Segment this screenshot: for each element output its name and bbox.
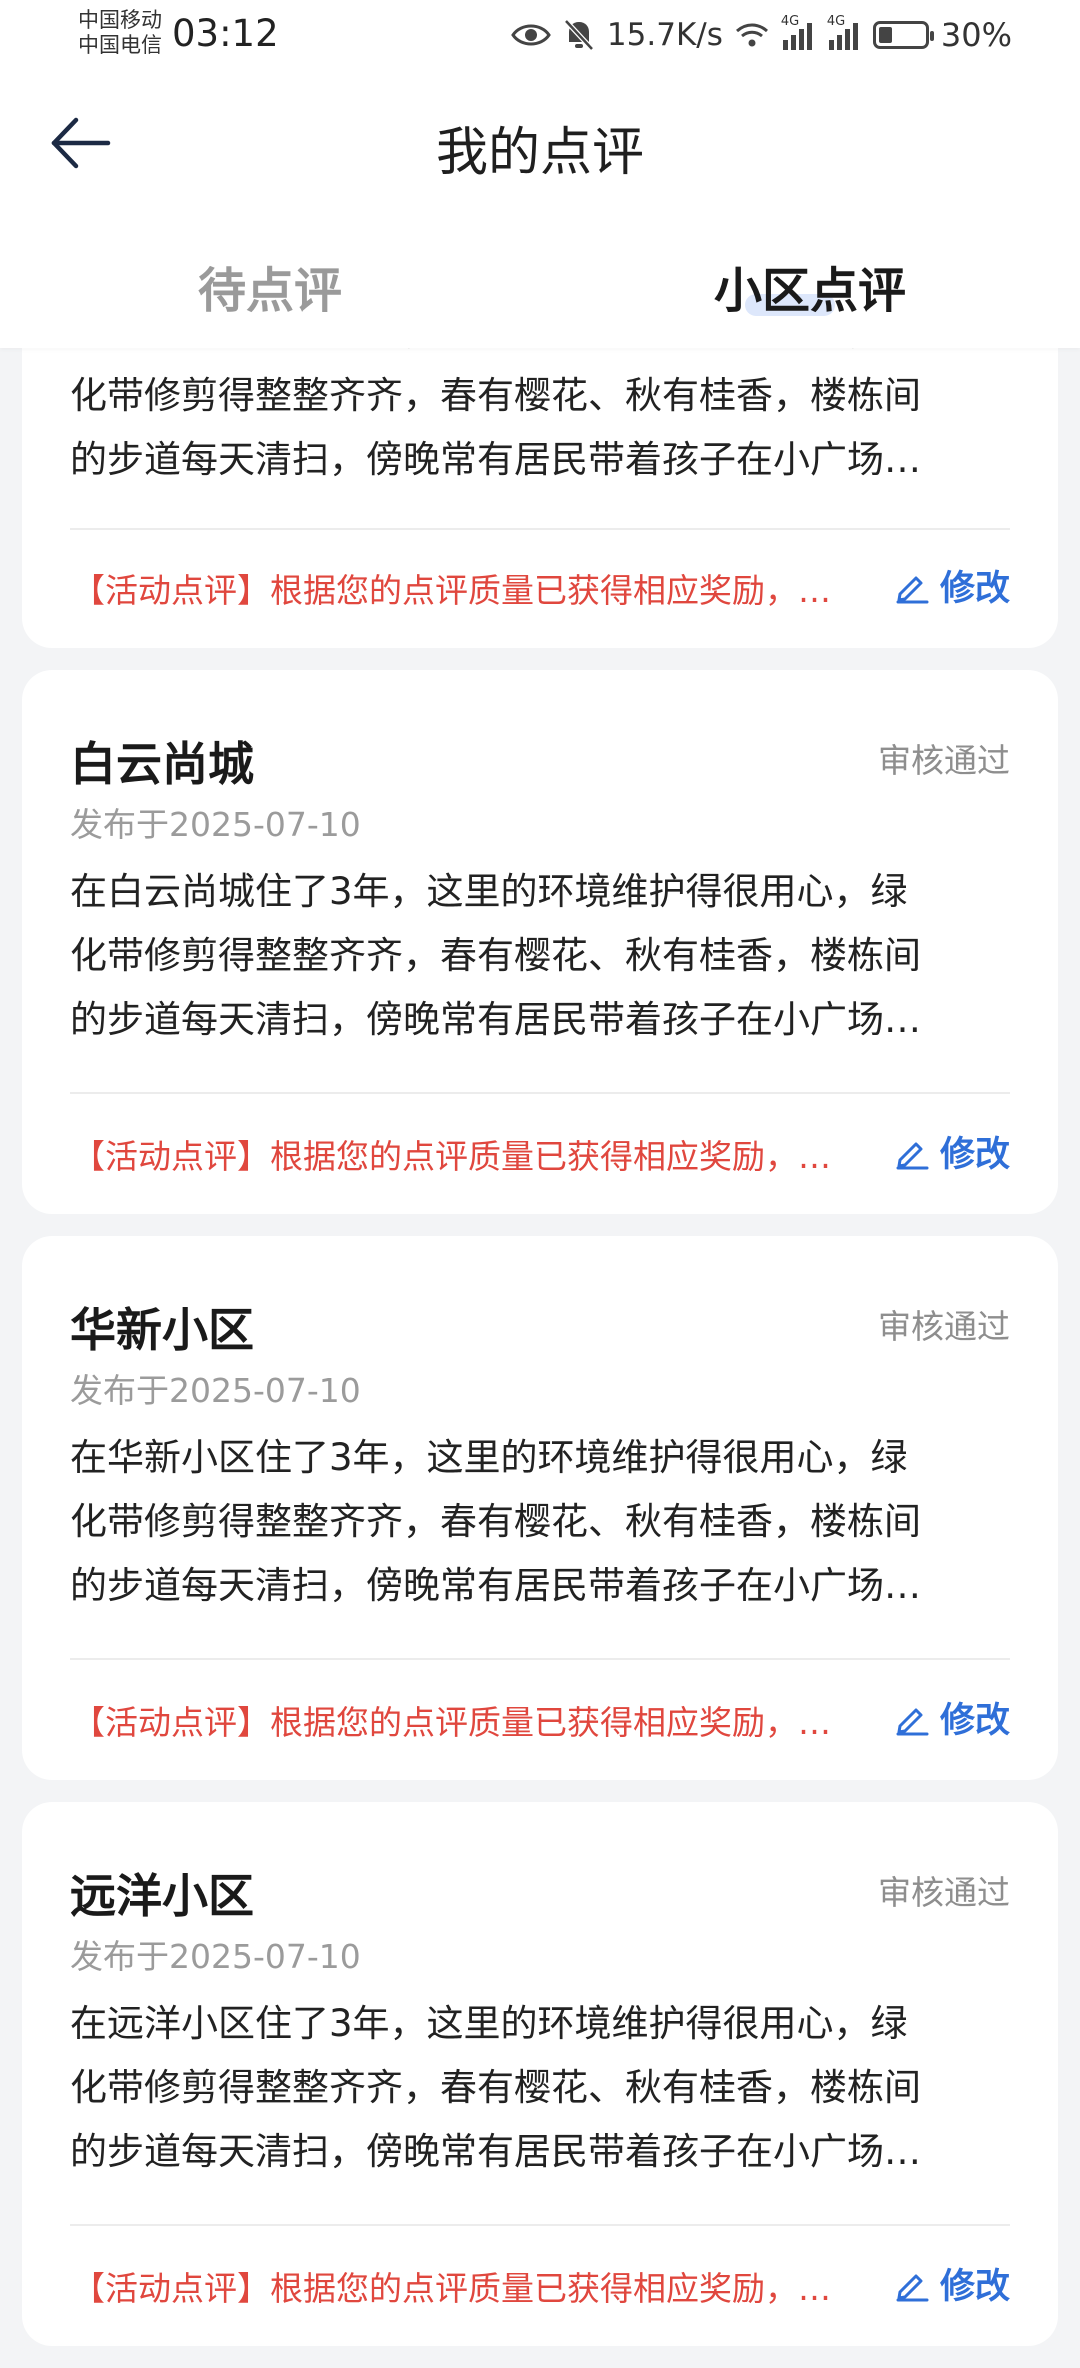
signal-1-label: 4G (780, 14, 800, 29)
reward-notice: 【活动点评】根据您的点评质量已获得相应奖励，… (72, 1137, 831, 1176)
tab-bar: 待点评 小区点评 (0, 238, 1080, 334)
review-line: 的步道每天清扫，傍晚常有居民带着孩子在小广场… (70, 438, 921, 481)
carrier-1: 中国移动 (78, 8, 162, 32)
wifi-icon (735, 23, 768, 47)
review-line: 在华新小区住了3年，这里的环境维护得很用心，绿 (70, 1436, 908, 1479)
review-card: 华新小区 审核通过 发布于2025-07-10 在华新小区住了3年，这里的环境维… (22, 1236, 1058, 1780)
net-speed: 15.7K/s (606, 17, 723, 53)
tab-pending-reviews[interactable]: 待点评 (0, 238, 540, 334)
review-line: 化带修剪得整整齐齐，春有樱花、秋有桂香，楼栋间 (70, 1500, 921, 1543)
review-line: 的步道每天清扫，傍晚常有居民带着孩子在小广场… (70, 998, 921, 1041)
review-text: 在白云尚城住了3年，这里的环境维护得很用心，绿 化带修剪得整整齐齐，春有樱花、秋… (70, 860, 1010, 1052)
divider (70, 1658, 1010, 1660)
review-line: 化带修剪得整整齐齐，春有樱花、秋有桂香，楼栋间 (70, 934, 921, 977)
carrier-labels: 中国移动 中国电信 (78, 8, 162, 58)
status-badge: 审核通过 (878, 1873, 1010, 1912)
pencil-icon (896, 2274, 929, 2301)
review-card: 在天翼花园住了几年，这里的环境维护得很用心，绿 化带修剪得整整齐齐，春有樱花、秋… (22, 310, 1058, 648)
edit-label: 修改 (939, 569, 1010, 609)
bell-muted-icon (564, 19, 594, 51)
page-header: 我的点评 待点评 小区点评 (0, 70, 1080, 348)
divider (70, 2224, 1010, 2226)
status-bar: 中国移动 中国电信 03:12 15.7K/s 4G 4G 30% (0, 0, 1080, 70)
battery-icon (872, 21, 934, 49)
battery-percent: 30% (940, 16, 1012, 54)
review-text: 在远洋小区住了3年，这里的环境维护得很用心，绿 化带修剪得整整齐齐，春有樱花、秋… (70, 1992, 1010, 2184)
review-card: 白云尚城 审核通过 发布于2025-07-10 在白云尚城住了3年，这里的环境维… (22, 670, 1058, 1214)
pencil-icon (896, 576, 929, 603)
review-text: 在华新小区住了3年，这里的环境维护得很用心，绿 化带修剪得整整齐齐，春有樱花、秋… (70, 1426, 1010, 1618)
tab-label: 待点评 (197, 263, 342, 319)
divider (70, 528, 1010, 530)
community-name: 华新小区 (70, 1303, 254, 1357)
tab-label: 小区点评 (713, 263, 906, 319)
page-title: 我的点评 (435, 123, 644, 183)
edit-button[interactable]: 修改 (894, 1126, 1010, 1177)
status-badge: 审核通过 (878, 741, 1010, 780)
publish-date: 发布于2025-07-10 (70, 1937, 361, 1976)
publish-date: 发布于2025-07-10 (70, 1371, 361, 1410)
edit-label: 修改 (939, 2267, 1010, 2307)
signal-2-label: 4G (826, 14, 846, 29)
review-list[interactable]: 在天翼花园住了几年，这里的环境维护得很用心，绿 化带修剪得整整齐齐，春有樱花、秋… (0, 310, 1080, 2368)
review-line: 的步道每天清扫，傍晚常有居民带着孩子在小广场… (70, 2130, 921, 2173)
edit-button[interactable]: 修改 (894, 560, 1010, 611)
eye-icon (511, 24, 551, 46)
review-line: 在远洋小区住了3年，这里的环境维护得很用心，绿 (70, 2002, 908, 2045)
publish-date: 发布于2025-07-10 (70, 805, 361, 844)
status-icons: 15.7K/s 4G 4G 30% (511, 14, 1012, 56)
review-line: 的步道每天清扫，傍晚常有居民带着孩子在小广场… (70, 1564, 921, 1607)
edit-label: 修改 (939, 1701, 1010, 1741)
reward-notice: 【活动点评】根据您的点评质量已获得相应奖励，… (72, 2269, 831, 2308)
status-badge: 审核通过 (878, 1307, 1010, 1346)
review-line: 化带修剪得整整齐齐，春有樱花、秋有桂香，楼栋间 (70, 374, 921, 417)
edit-label: 修改 (939, 1135, 1010, 1175)
review-card: 远洋小区 审核通过 发布于2025-07-10 在远洋小区住了3年，这里的环境维… (22, 1802, 1058, 2346)
carrier-2: 中国电信 (78, 33, 162, 57)
reward-notice: 【活动点评】根据您的点评质量已获得相应奖励，… (72, 571, 831, 610)
divider (70, 1092, 1010, 1094)
community-name: 白云尚城 (70, 737, 254, 791)
reward-notice: 【活动点评】根据您的点评质量已获得相应奖励，… (72, 1703, 831, 1742)
battery-fill (878, 27, 892, 43)
edit-button[interactable]: 修改 (894, 1692, 1010, 1743)
pencil-icon (896, 1708, 929, 1735)
tab-community-reviews[interactable]: 小区点评 (540, 238, 1080, 334)
pencil-icon (896, 1142, 929, 1169)
review-line: 化带修剪得整整齐齐，春有樱花、秋有桂香，楼栋间 (70, 2066, 921, 2109)
edit-button[interactable]: 修改 (894, 2258, 1010, 2309)
signal-2: 4G (827, 14, 861, 50)
status-time: 03:12 (172, 12, 279, 55)
signal-1: 4G (781, 14, 815, 50)
review-line: 在白云尚城住了3年，这里的环境维护得很用心，绿 (70, 870, 908, 913)
community-name: 远洋小区 (70, 1869, 254, 1923)
